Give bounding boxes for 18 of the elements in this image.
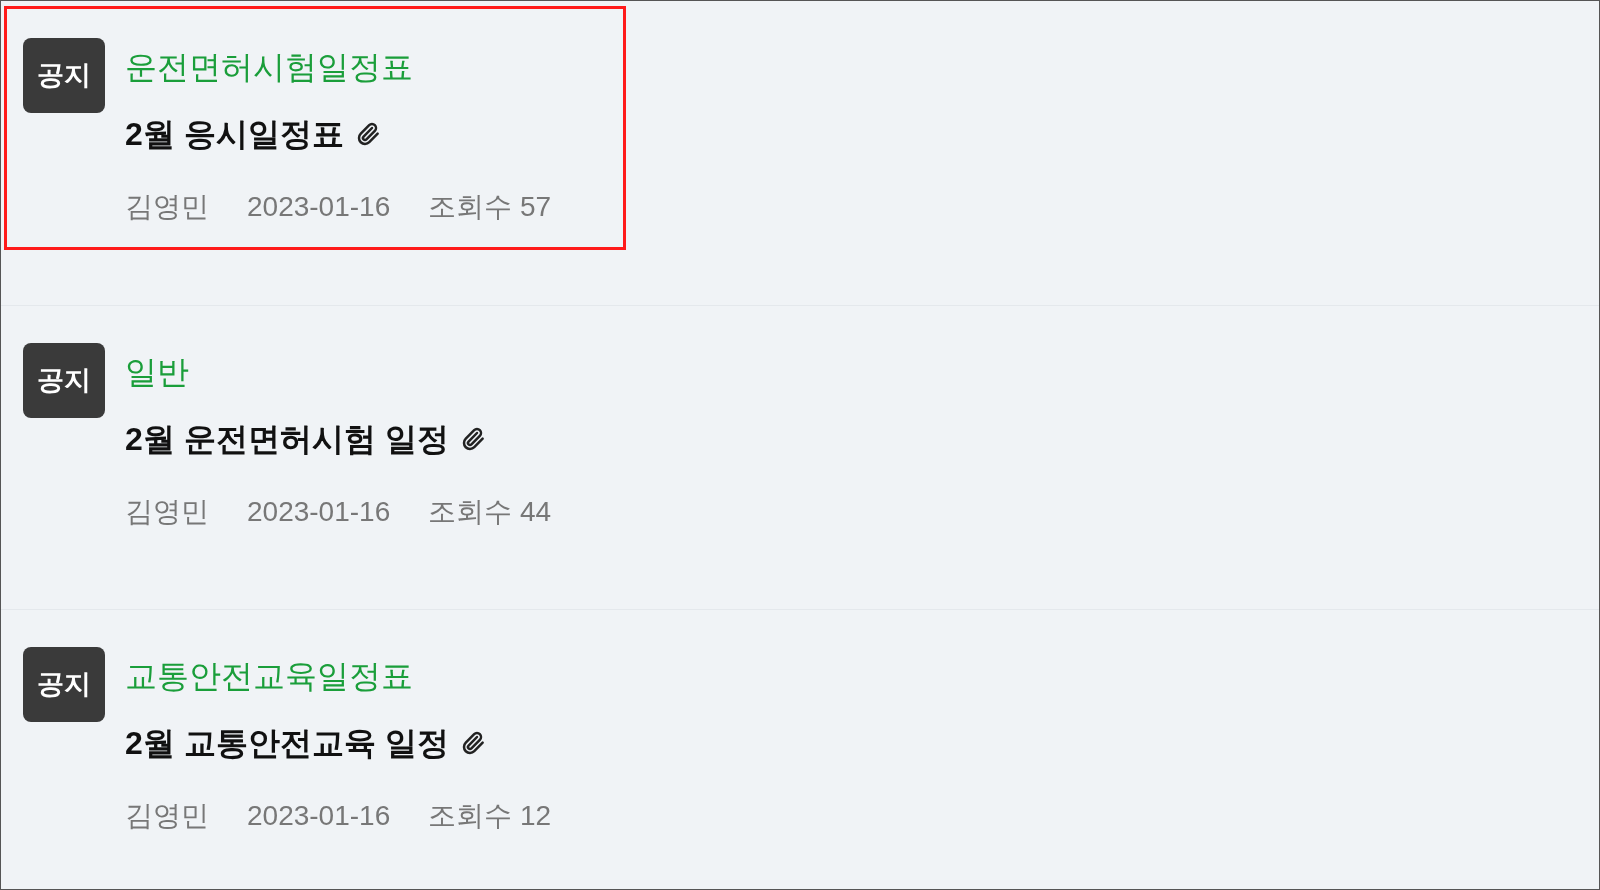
post-date: 2023-01-16 xyxy=(247,799,391,833)
post-date: 2023-01-16 xyxy=(247,495,391,529)
post-title[interactable]: 2월 교통안전교육 일정 xyxy=(125,719,449,767)
post-row[interactable]: 공지 운전면허시험일정표 2월 응시일정표 김영민 2023-01-16 조회수 57 xyxy=(1,1,1599,305)
view-count: 조회수 57 xyxy=(428,190,552,224)
post-author: 김영민 xyxy=(125,799,209,833)
view-count: 조회수 12 xyxy=(428,799,552,833)
post-row[interactable]: 공지 일반 2월 운전면허시험 일정 김영민 2023-01-16 조회수 44 xyxy=(1,305,1599,609)
view-count: 조회수 44 xyxy=(428,495,552,529)
notice-badge: 공지 xyxy=(23,343,105,418)
post-row[interactable]: 공지 교통안전교육일정표 2월 교통안전교육 일정 김영민 2023-01-16 조회수 12 xyxy=(1,609,1599,889)
notice-badge: 공지 xyxy=(23,38,105,113)
post-title[interactable]: 2월 응시일정표 xyxy=(125,110,344,158)
post-date: 2023-01-16 xyxy=(247,190,391,224)
notice-badge: 공지 xyxy=(23,647,105,722)
post-author: 김영민 xyxy=(125,495,209,529)
post-title[interactable]: 2월 운전면허시험 일정 xyxy=(125,415,449,463)
post-author: 김영민 xyxy=(125,190,209,224)
